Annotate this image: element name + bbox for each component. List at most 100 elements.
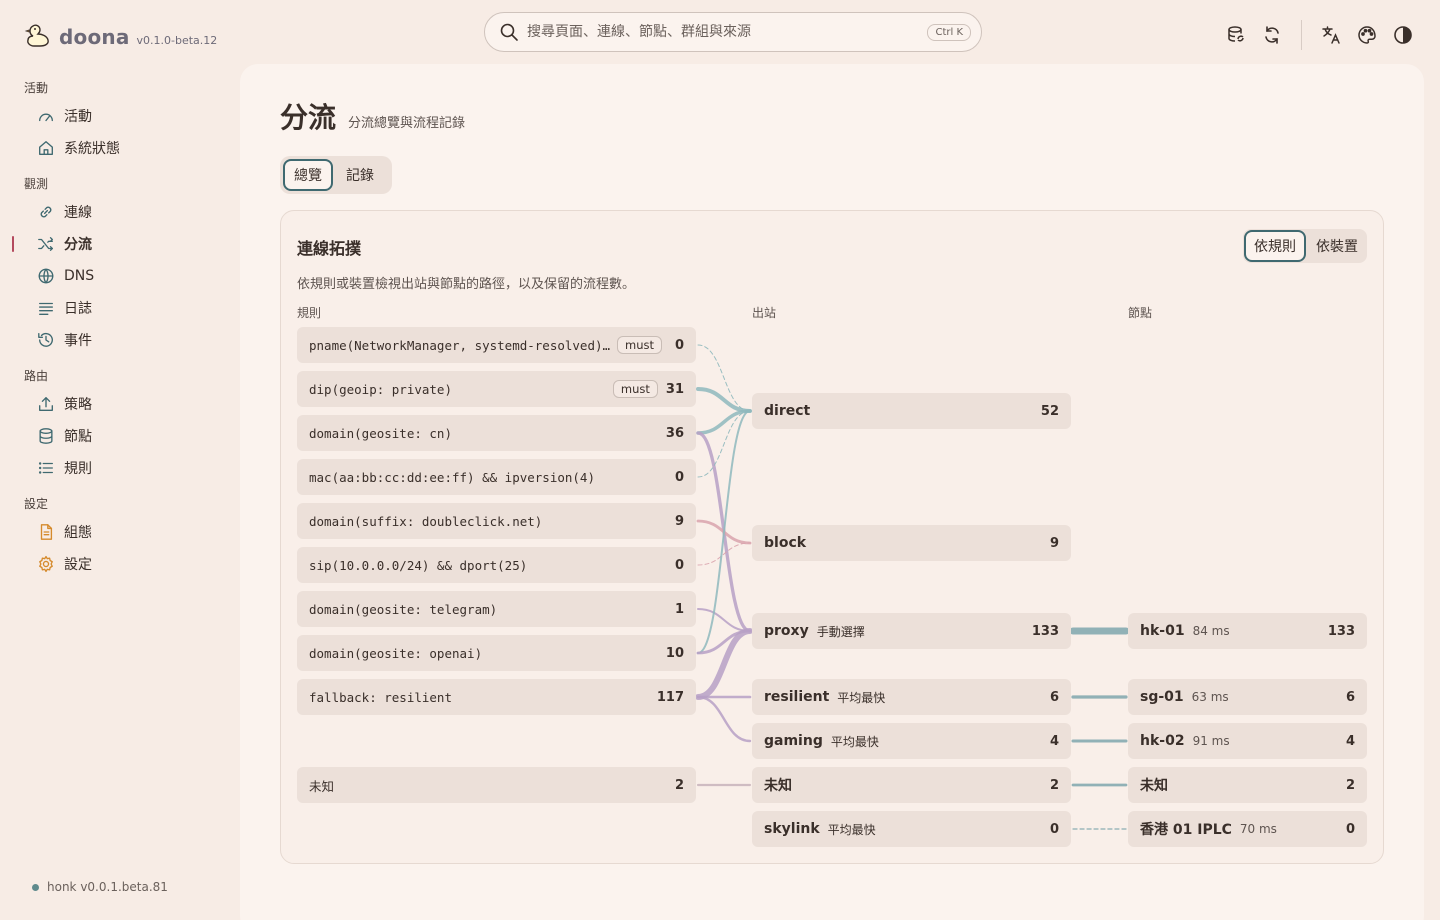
globe-icon: [38, 268, 54, 284]
outbound-name: gaming: [764, 733, 823, 749]
sidebar-item-label: 組態: [64, 525, 92, 541]
rule-row[interactable]: sip(10.0.0.0/24) && dport(25) 0: [297, 547, 696, 583]
service-status: honk v0.0.1.beta.81: [32, 880, 168, 894]
outbound-row[interactable]: skylink 平均最快 0: [752, 811, 1071, 847]
outbound-row[interactable]: 未知 2: [752, 767, 1071, 803]
sidebar-item[interactable]: 策略: [0, 388, 240, 420]
rule-count: 9: [674, 513, 684, 529]
rule-row[interactable]: fallback: resilient 117: [297, 679, 696, 715]
tab-overview[interactable]: 總覽: [283, 159, 333, 191]
nav-group-title: 觀測: [24, 177, 49, 191]
node-row[interactable]: hk-01 84 ms 133: [1128, 613, 1367, 649]
sidebar-item[interactable]: 分流: [0, 228, 240, 260]
node-latency: 91 ms: [1192, 734, 1230, 748]
sidebar-item[interactable]: 活動: [0, 100, 240, 132]
palette-icon: [1358, 26, 1376, 44]
node-count: 2: [1345, 777, 1355, 793]
sidebar-item-label: 規則: [64, 461, 92, 477]
node-count: 133: [1327, 623, 1355, 639]
translate-icon: [1322, 26, 1340, 44]
rule-row[interactable]: pname(NetworkManager, systemd-resolved) …: [297, 327, 696, 363]
theme-palette-button[interactable]: [1356, 24, 1378, 46]
rule-row[interactable]: domain(geosite: cn) 36: [297, 415, 696, 451]
sidebar-item[interactable]: 組態: [0, 516, 240, 548]
database-sync-icon: [1228, 26, 1244, 42]
rule-count: 117: [656, 689, 684, 705]
contrast-toggle-button[interactable]: [1392, 24, 1414, 46]
nav-group-title: 路由: [24, 369, 49, 383]
sidebar-item-label: 活動: [64, 109, 92, 125]
sidebar-item[interactable]: 設定: [0, 548, 240, 580]
outbound-name: resilient: [764, 689, 830, 705]
sidebar-item[interactable]: 規則: [0, 452, 240, 484]
outbound-row[interactable]: resilient 平均最快 6: [752, 679, 1071, 715]
sidebar-item[interactable]: 系統狀態: [0, 132, 240, 164]
brand[interactable]: doona v0.1.0-beta.12: [24, 16, 217, 49]
column-header-nodes: 節點: [1128, 306, 1153, 320]
rule-row[interactable]: dip(geoip: private) must 31: [297, 371, 696, 407]
rule-expression: sip(10.0.0.0/24) && dport(25): [309, 557, 528, 573]
shuffle-icon: [38, 237, 53, 251]
outbound-row[interactable]: block 9: [752, 525, 1071, 561]
toolbar-divider: [1301, 20, 1302, 50]
outbound-name: direct: [764, 403, 811, 419]
sidebar-item-label: 設定: [64, 557, 92, 573]
search-input[interactable]: [527, 24, 928, 40]
rule-count: 36: [665, 425, 684, 441]
rule-count: 1: [674, 601, 684, 617]
outbound-count: 9: [1049, 535, 1059, 551]
outbound-row[interactable]: proxy 手動選擇 133: [752, 613, 1071, 649]
node-row[interactable]: hk-02 91 ms 4: [1128, 723, 1367, 759]
database-refresh-button[interactable]: [1225, 24, 1247, 46]
outbound-policy: 平均最快: [827, 822, 876, 837]
node-count: 4: [1345, 733, 1355, 749]
history-icon: [38, 333, 53, 347]
rule-row[interactable]: domain(geosite: openai) 10: [297, 635, 696, 671]
by-device-button[interactable]: 依裝置: [1308, 230, 1366, 262]
by-rule-button[interactable]: 依規則: [1244, 230, 1306, 262]
card-title: 連線拓撲: [297, 239, 362, 258]
node-row[interactable]: 香港 01 IPLC 70 ms 0: [1128, 811, 1367, 847]
column-header-outbounds: 出站: [752, 306, 777, 320]
grouping-toggle: 依規則 依裝置: [1243, 229, 1367, 263]
outbound-count: 52: [1040, 403, 1059, 419]
node-count: 0: [1345, 821, 1355, 837]
outbound-row[interactable]: direct 52: [752, 393, 1071, 429]
outbound-count: 133: [1031, 623, 1059, 639]
rule-expression: domain(geosite: cn): [309, 425, 452, 441]
node-latency: 84 ms: [1192, 624, 1230, 638]
node-row[interactable]: 未知 2: [1128, 767, 1367, 803]
node-name: 未知: [1140, 778, 1168, 794]
rule-row[interactable]: 未知 2: [297, 767, 696, 803]
column-header-rules: 規則: [297, 306, 322, 320]
rule-row[interactable]: domain(geosite: telegram) 1: [297, 591, 696, 627]
sidebar-item[interactable]: 連線: [0, 196, 240, 228]
sidebar-item-label: 事件: [64, 333, 92, 349]
rule-expression: pname(NetworkManager, systemd-resolved) …: [309, 337, 611, 353]
global-search[interactable]: Ctrl K: [484, 12, 982, 52]
language-button[interactable]: [1320, 24, 1342, 46]
sidebar-item[interactable]: DNS: [0, 260, 240, 292]
rule-row[interactable]: domain(suffix: doubleclick.net) 9: [297, 503, 696, 539]
outbound-policy: 平均最快: [837, 690, 886, 705]
search-shortcut-badge: Ctrl K: [927, 23, 971, 41]
sidebar-item[interactable]: 日誌: [0, 292, 240, 324]
rule-expression: mac(aa:bb:cc:dd:ee:ff) && ipversion(4): [309, 469, 595, 485]
card-description: 依規則或裝置檢視出站與節點的路徑，以及保留的流程數。: [297, 277, 636, 292]
outbound-row[interactable]: gaming 平均最快 4: [752, 723, 1071, 759]
goose-logo-icon: [24, 24, 49, 47]
nav-group-title: 活動: [24, 81, 49, 95]
tab-records[interactable]: 記錄: [337, 159, 383, 191]
file-icon: [40, 524, 53, 540]
node-name: hk-02: [1140, 733, 1185, 749]
node-row[interactable]: sg-01 63 ms 6: [1128, 679, 1367, 715]
sidebar-item[interactable]: 事件: [0, 324, 240, 356]
rule-expression: fallback: resilient: [309, 689, 452, 705]
refresh-button[interactable]: [1261, 24, 1283, 46]
sidebar-item[interactable]: 節點: [0, 420, 240, 452]
brand-name: doona: [59, 25, 130, 49]
rule-row[interactable]: mac(aa:bb:cc:dd:ee:ff) && ipversion(4) 0: [297, 459, 696, 495]
outbound-count: 0: [1049, 821, 1059, 837]
search-icon: [500, 23, 518, 41]
upload-icon: [39, 397, 53, 411]
